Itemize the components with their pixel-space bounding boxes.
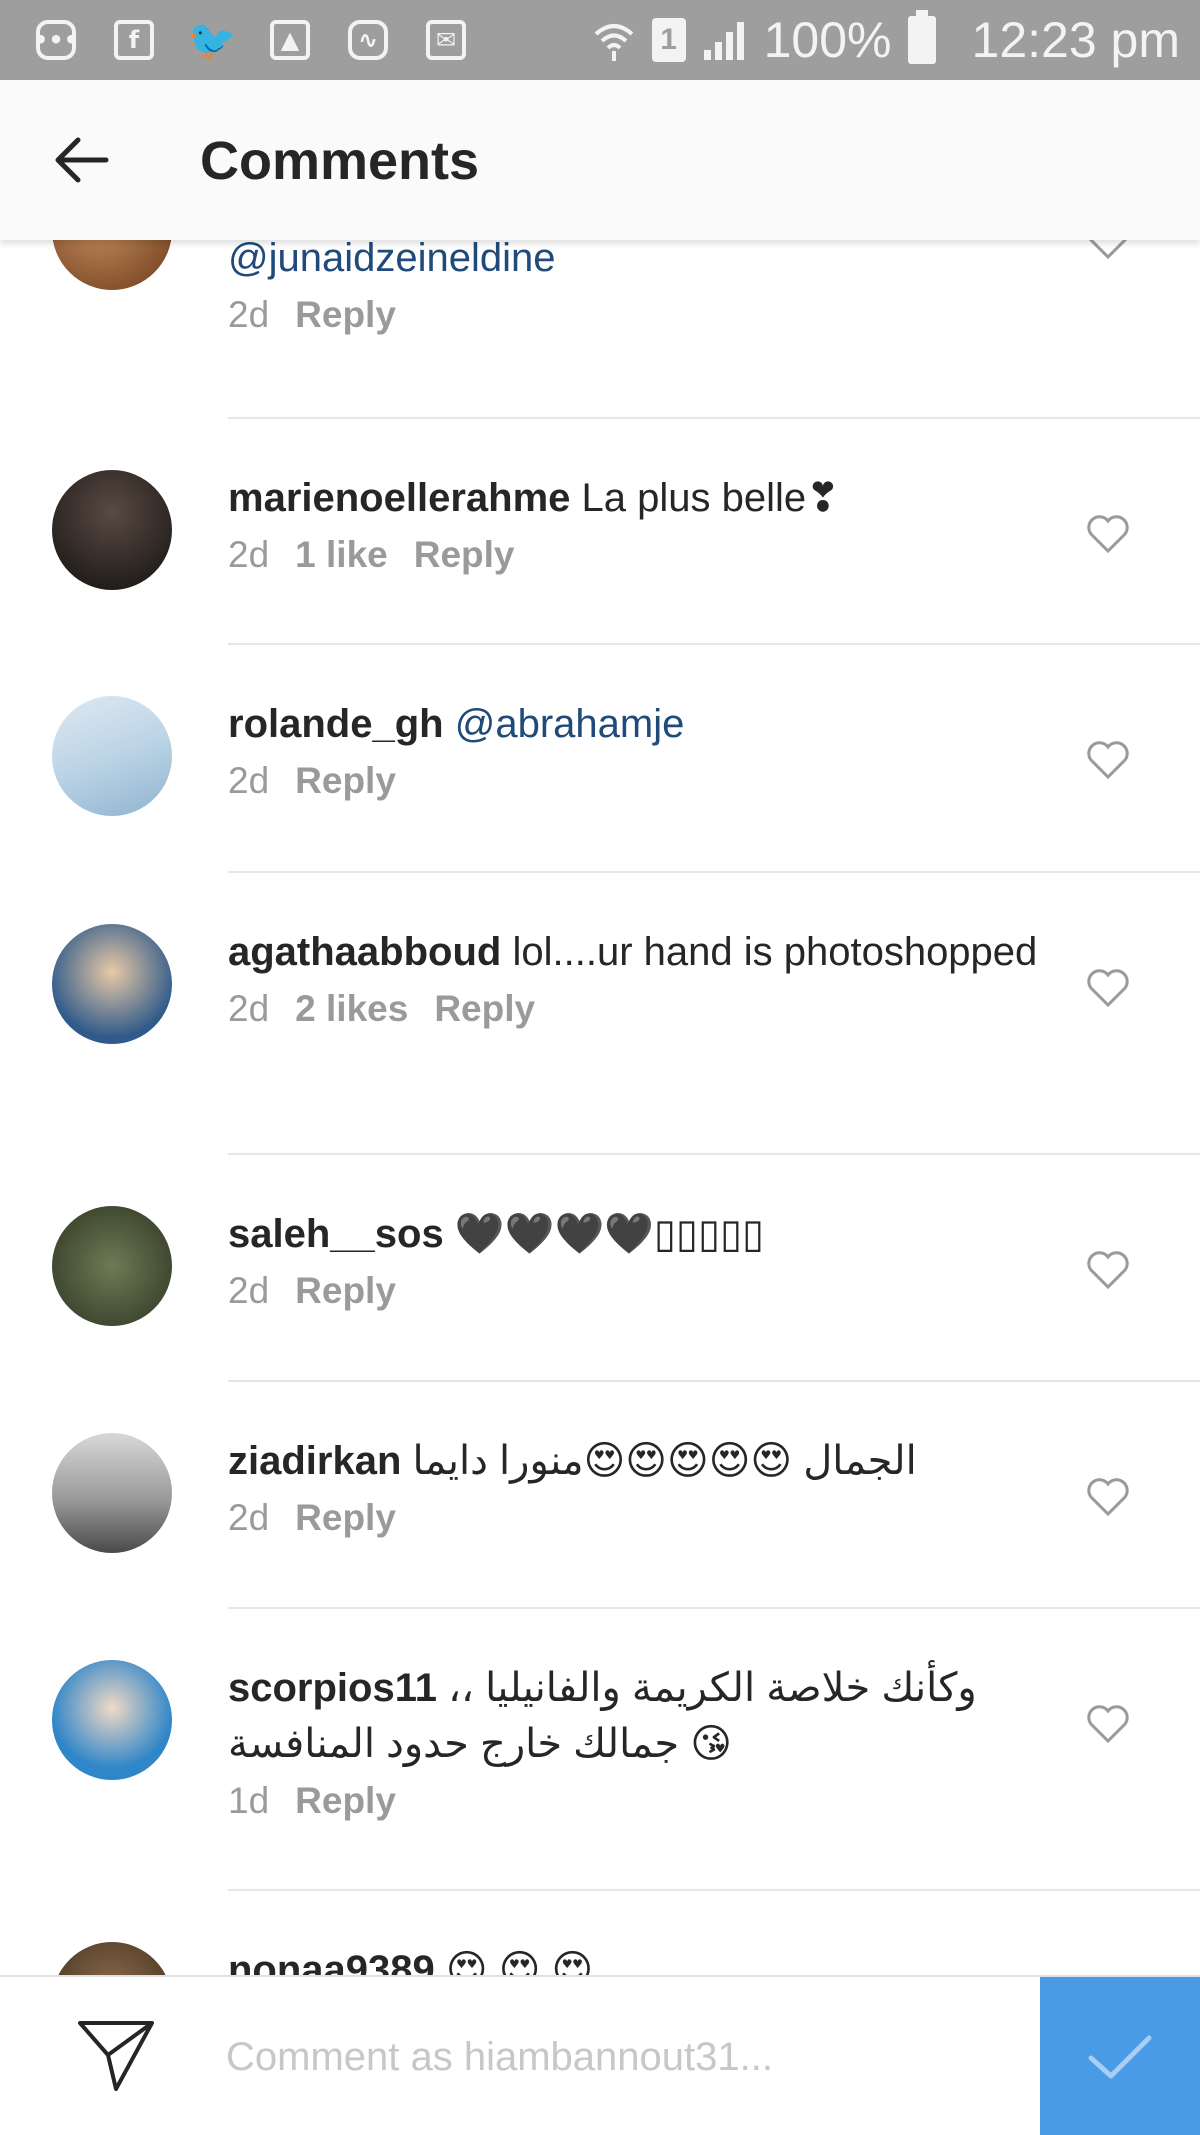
list-item: saleh__sos 🖤🖤🖤🖤▯▯▯▯▯ 2d Reply [0,1206,1200,1406]
comment-time: 2d [228,294,270,335]
avatar[interactable] [52,924,172,1044]
avatar[interactable] [52,470,172,590]
comment-text: La plus belle❣ [581,476,840,520]
comment-username[interactable]: marienoellerahme [228,476,570,520]
divider [228,1153,1200,1155]
comment-time: 2d [228,1497,270,1538]
comment-text: 😍 😍 😍 [445,1948,594,1975]
reply-button[interactable]: Reply [295,1780,396,1822]
divider [228,1889,1200,1891]
divider [228,871,1200,873]
divider [228,643,1200,645]
heart-icon[interactable] [1086,968,1130,1008]
avatar[interactable] [52,1942,172,1975]
status-bar: ••• f 🐦 ▲ ∿ ✉ 1 100% 12:23 pm [0,0,1200,80]
comment-text: الجمال 😍😍😍😍😍منورا دايما [412,1439,917,1483]
comment-username[interactable]: nonaa9389 [228,1948,435,1975]
twitter-icon: 🐦 [187,17,237,64]
checkmark-icon [1088,2035,1152,2079]
comment-time: 2d [228,534,270,575]
comment-username[interactable]: rolande_gh [228,702,444,746]
heart-icon[interactable] [1086,1704,1130,1744]
comment-text[interactable]: @junaidzeineldine [228,240,556,280]
comment-text: 🖤🖤🖤🖤▯▯▯▯▯ [454,1212,765,1256]
list-item: ziadirkan الجمال 😍😍😍😍😍منورا دايما 2d Rep… [0,1433,1200,1633]
avatar[interactable] [52,1660,172,1780]
heart-icon[interactable] [1086,514,1130,554]
comment-list[interactable]: @junaidzeineldine 2d Reply marienoellera… [0,240,1200,1975]
like-count[interactable]: 2 likes [295,988,408,1030]
wifi-icon [594,24,633,61]
reply-button[interactable]: Reply [295,1270,396,1312]
comment-time: 2d [228,760,270,801]
chat-bubble-icon: ••• [33,20,79,60]
mail-icon: ✉ [426,20,466,60]
facebook-icon: f [114,20,154,60]
gallery-icon: ▲ [270,20,310,60]
comment-username[interactable]: saleh__sos [228,1212,444,1256]
list-item: scorpios11 وكأنك خلاصة الكريمة والفانيلي… [0,1660,1200,1910]
comment-time: 1d [228,1780,270,1821]
heart-icon[interactable] [1086,1250,1130,1290]
avatar[interactable] [52,240,172,290]
sim-icon: 1 [651,18,686,62]
back-arrow-icon[interactable] [50,128,114,192]
reply-button[interactable]: Reply [434,988,535,1030]
comment-text[interactable]: @abrahamje [455,702,685,746]
heart-icon[interactable] [1086,740,1130,780]
reply-button[interactable]: Reply [295,294,396,336]
avatar[interactable] [52,1206,172,1326]
divider [228,1380,1200,1382]
heart-icon[interactable] [1086,240,1130,260]
heart-icon[interactable] [1086,1477,1130,1517]
comment-username[interactable]: scorpios11 [228,1666,437,1710]
comment-username[interactable]: ziadirkan [228,1439,401,1483]
divider [228,1607,1200,1609]
like-count[interactable]: 1 like [295,534,388,576]
clock: 12:23 pm [971,12,1180,68]
list-item: @junaidzeineldine 2d Reply [0,240,1200,470]
direct-message-icon[interactable] [76,2017,156,2093]
post-button[interactable] [1040,1977,1200,2135]
signal-icon [703,22,744,60]
comments-header: Comments [0,80,1200,240]
page-title: Comments [200,131,480,191]
comment-composer [0,1975,1200,2135]
avatar[interactable] [52,1433,172,1553]
messenger-icon: ∿ [348,20,388,60]
comment-time: 2d [228,988,270,1029]
reply-button[interactable]: Reply [295,760,396,802]
reply-button[interactable]: Reply [414,534,515,576]
battery-percent: 100% [763,12,892,68]
avatar[interactable] [52,696,172,816]
comment-input[interactable] [226,2017,1016,2097]
list-item: rolande_gh @abrahamje 2d Reply [0,696,1200,896]
reply-button[interactable]: Reply [295,1497,396,1539]
battery-icon [907,10,936,64]
list-item: marienoellerahme La plus belle❣ 2d 1 lik… [0,470,1200,670]
divider [228,417,1200,419]
list-item: agathaabboud lol....ur hand is photoshop… [0,924,1200,1164]
list-item: nonaa9389 😍 😍 😍 [0,1942,1200,1975]
comment-time: 2d [228,1270,270,1311]
comment-text: lol....ur hand is photoshopped [512,930,1038,974]
comment-username[interactable]: agathaabboud [228,930,501,974]
